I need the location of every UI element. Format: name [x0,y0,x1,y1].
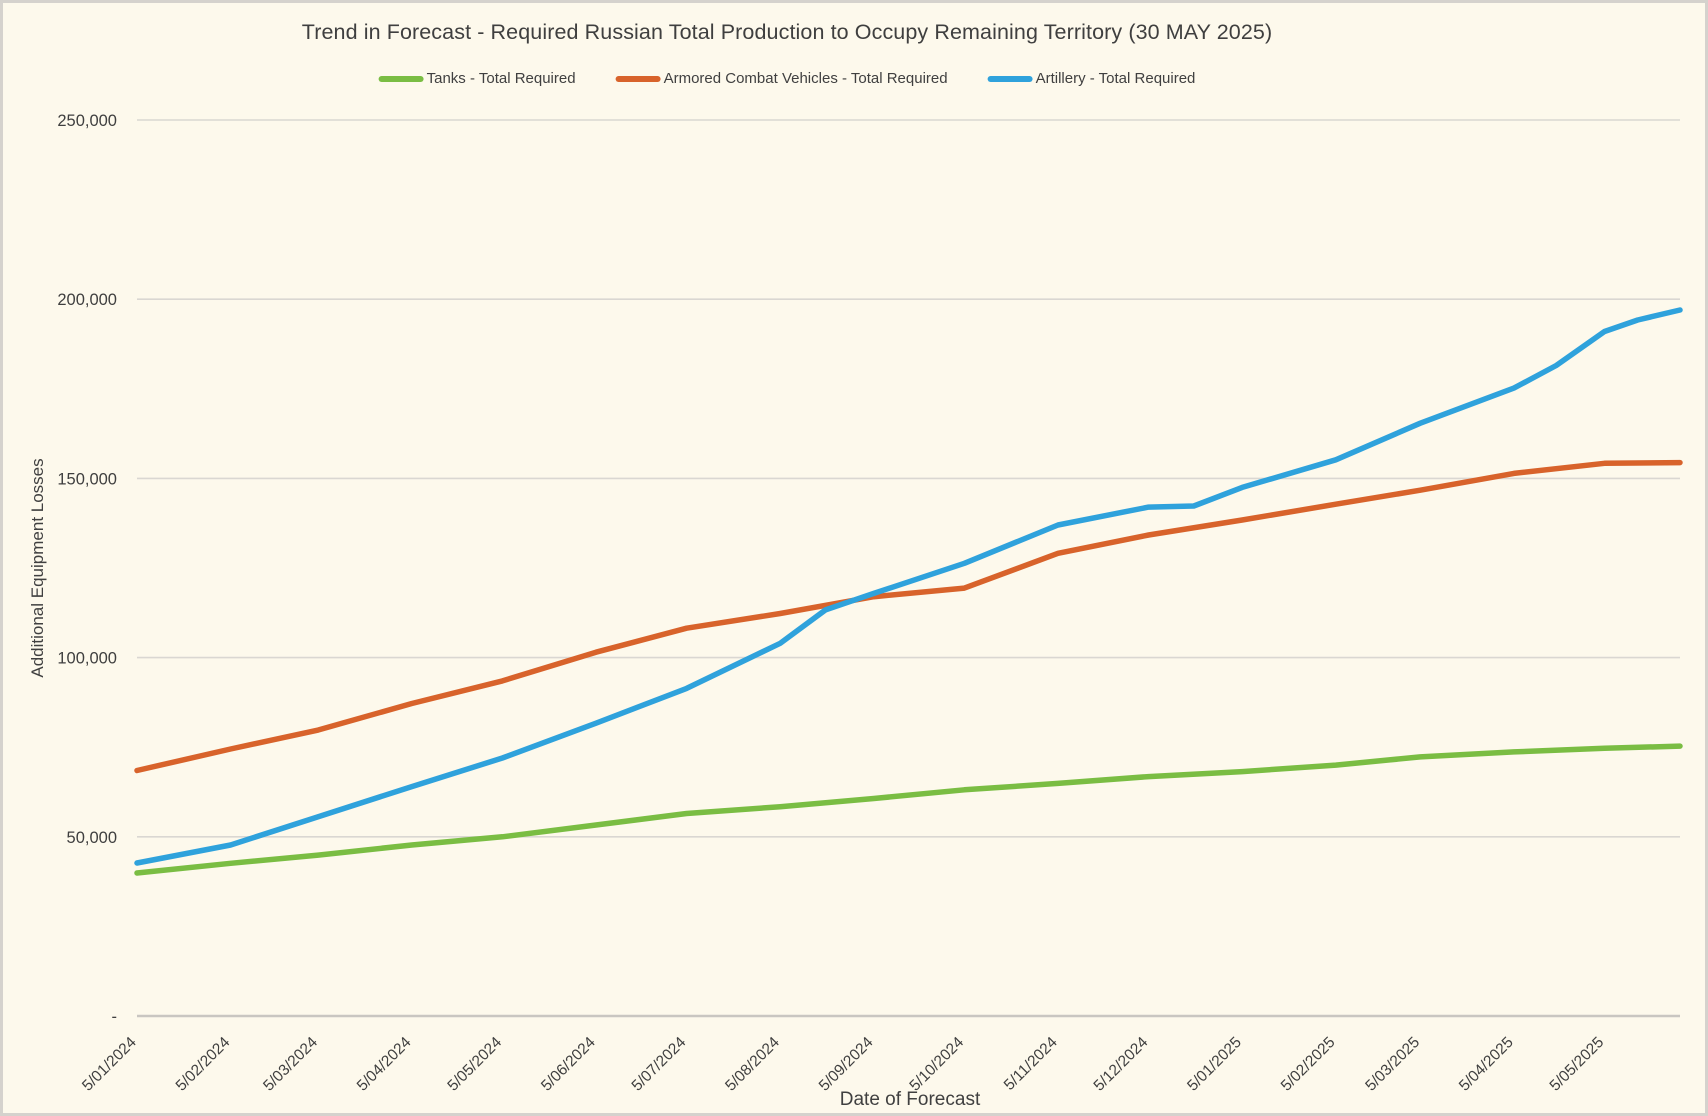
x-tick-label: 5/11/2024 [1001,1034,1061,1094]
series-line-acv [137,463,1680,771]
x-tick-label: 5/03/2025 [1362,1034,1423,1095]
x-tick-label: 5/07/2024 [629,1034,690,1095]
y-tick-label: 100,000 [57,650,117,668]
x-tick-label: 5/10/2024 [906,1034,967,1095]
x-tick-label: 5/02/2025 [1278,1034,1339,1095]
x-tick-label: 5/01/2025 [1184,1034,1245,1095]
x-tick-label: 5/04/2024 [354,1034,415,1095]
x-tick-label: 5/05/2024 [444,1034,505,1095]
x-tick-label: 5/02/2024 [173,1034,234,1095]
x-tick-label: 5/12/2024 [1091,1034,1152,1095]
y-tick-label: 150,000 [57,470,117,488]
y-tick-label: 50,000 [67,829,117,847]
x-tick-label: 5/01/2024 [79,1034,140,1095]
y-tick-label: 250,000 [57,112,117,130]
x-tick-label: 5/09/2024 [816,1034,877,1095]
y-tick-label: 200,000 [57,291,117,309]
x-tick-label: 5/03/2024 [260,1034,321,1095]
x-tick-label: 5/04/2025 [1456,1034,1517,1095]
x-tick-label: 5/06/2024 [538,1034,599,1095]
x-tick-label: 5/08/2024 [722,1034,783,1095]
series-line-artillery [137,310,1680,863]
plot-area: - 50,000 100,000 150,000 200,000 250,000 5/01/… [0,0,1708,1116]
series-line-tanks [137,746,1680,873]
y-tick-label: - [112,1008,118,1026]
x-tick-label: 5/05/2025 [1547,1034,1608,1095]
forecast-trend-chart: Trend in Forecast - Required Russian Tot… [0,0,1708,1116]
